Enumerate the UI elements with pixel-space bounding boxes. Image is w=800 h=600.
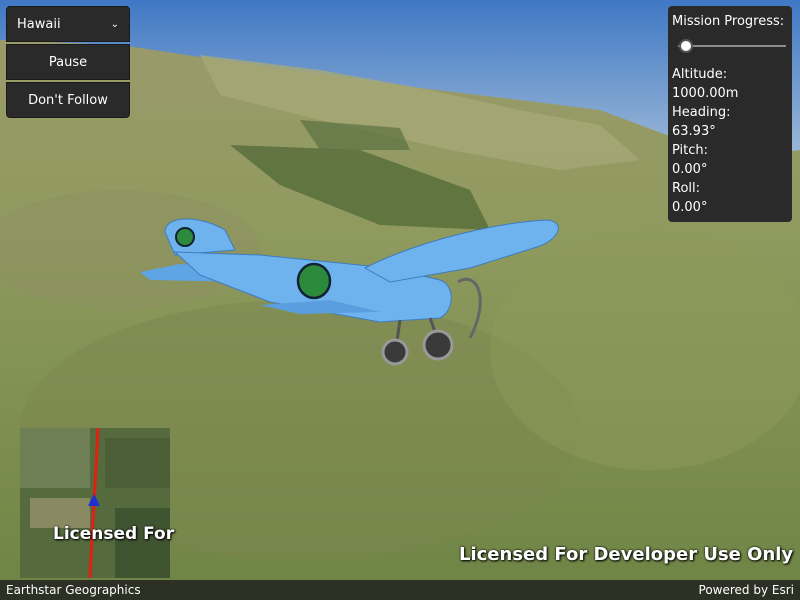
mission-panel: Mission Progress: Altitude: 1000.00m Hea… xyxy=(668,6,792,222)
slider-thumb[interactable] xyxy=(678,39,693,53)
airplane-tail-logo xyxy=(175,227,195,247)
heading-value: 63.93° xyxy=(672,124,716,139)
location-select[interactable]: Hawaii ⌄ xyxy=(6,6,130,42)
altitude-label: Altitude: xyxy=(672,67,728,82)
airplane-wheel xyxy=(381,338,409,366)
developer-watermark: Licensed For Developer Use Only xyxy=(459,544,794,565)
attribution-bar: Earthstar Geographics Powered by Esri xyxy=(0,580,800,600)
mini-map-field xyxy=(20,428,90,488)
chevron-down-icon: ⌄ xyxy=(110,18,119,30)
roll-value: 0.00° xyxy=(672,200,708,215)
altitude-value: 1000.00m xyxy=(672,86,739,101)
minimap-watermark: Licensed For xyxy=(53,524,175,544)
heading-label: Heading: xyxy=(672,105,731,120)
powered-by-link[interactable]: Powered by Esri xyxy=(699,583,794,597)
roll-label: Roll: xyxy=(672,181,701,196)
mission-progress-slider[interactable] xyxy=(672,37,788,55)
mini-map-field xyxy=(105,438,170,488)
location-select-value: Hawaii xyxy=(17,16,61,32)
controls-panel: Hawaii ⌄ Pause Don't Follow xyxy=(6,6,130,120)
pause-button[interactable]: Pause xyxy=(6,44,130,80)
follow-toggle-button[interactable]: Don't Follow xyxy=(6,82,130,118)
mini-map[interactable] xyxy=(20,428,170,578)
pitch-label: Pitch: xyxy=(672,143,709,158)
airplane-wheel xyxy=(422,329,454,361)
attribution-source: Earthstar Geographics xyxy=(6,583,141,597)
pitch-value: 0.00° xyxy=(672,162,708,177)
mission-progress-label: Mission Progress: xyxy=(672,14,785,29)
slider-track xyxy=(678,45,786,47)
terrain-shade xyxy=(490,230,800,470)
airplane-fuselage-logo xyxy=(296,262,332,300)
